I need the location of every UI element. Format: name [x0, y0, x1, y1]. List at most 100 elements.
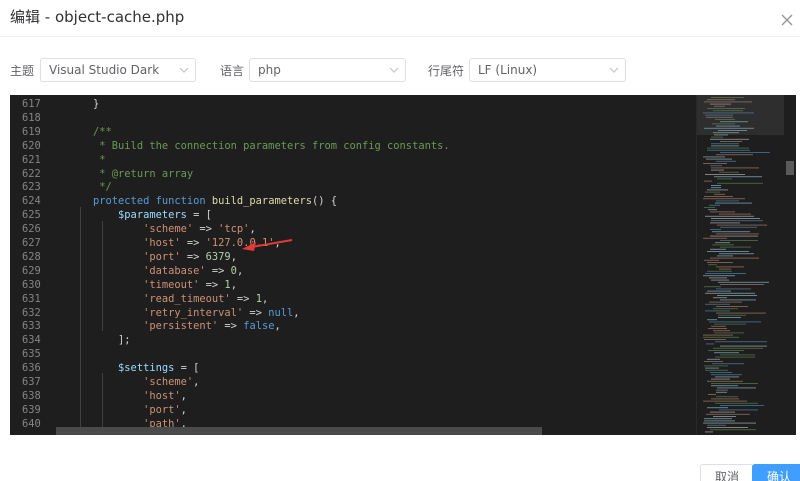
minimap-line	[716, 200, 739, 202]
minimap-line	[707, 149, 750, 151]
horizontal-scrollbar[interactable]	[56, 427, 542, 435]
code-token: null	[268, 306, 294, 319]
minimap-line	[704, 207, 715, 208]
minimap-line	[716, 266, 744, 268]
code-line[interactable]: 'scheme' => 'tcp',	[68, 223, 256, 237]
code-editor[interactable]: 617 618 619 620 621 622 623 624 625 626 627 628 629 6…	[10, 95, 796, 435]
minimap-line	[711, 398, 739, 400]
minimap-line	[720, 345, 767, 347]
code-token: build_parameters	[211, 195, 312, 208]
minimap-line	[704, 196, 733, 197]
minimap-line	[716, 306, 748, 307]
eol-select[interactable]: LF (Linux)	[469, 58, 626, 82]
minimap-line	[712, 244, 734, 246]
code-token: ,	[236, 264, 244, 277]
code-line[interactable]: 'timeout' => 1,	[68, 279, 237, 293]
code-line[interactable]: 'database' => 0,	[68, 265, 243, 279]
minimap-line	[707, 427, 748, 428]
code-line[interactable]: 'port' => 6379,	[68, 251, 237, 265]
chevron-down-icon	[179, 67, 189, 73]
code-line[interactable]: *	[68, 153, 106, 168]
eol-select-value: LF (Linux)	[478, 63, 538, 77]
minimap-line	[710, 165, 722, 167]
code-token: ];	[68, 334, 131, 347]
line-number: 620	[22, 139, 41, 152]
minimap-line	[711, 169, 724, 171]
minimap-line	[716, 391, 727, 393]
minimap-slider[interactable]	[697, 95, 785, 135]
minimap-line	[718, 281, 769, 283]
cancel-button[interactable]: 取消	[700, 464, 755, 481]
code-token: 'scheme'	[143, 223, 194, 236]
code-line[interactable]: 'host' => '127.0.0.1',	[68, 237, 281, 251]
minimap-line	[704, 259, 719, 261]
minimap-line	[705, 367, 719, 369]
code-line[interactable]: 'port',	[68, 404, 187, 418]
code-line[interactable]: $parameters = [	[68, 209, 212, 223]
vertical-scrollbar[interactable]	[784, 95, 796, 435]
code-line[interactable]: 'host',	[68, 390, 187, 404]
code-line[interactable]: 'read_timeout' => 1,	[68, 293, 268, 307]
minimap-line	[706, 158, 732, 160]
minimap-line	[720, 354, 755, 356]
code-line[interactable]: 'scheme',	[68, 376, 199, 390]
minimap-line	[716, 312, 766, 314]
minimap-line	[703, 163, 727, 164]
code-token: protected function	[68, 195, 212, 208]
code-token: ,	[261, 292, 269, 305]
minimap-line	[705, 292, 755, 294]
language-select[interactable]: php	[249, 58, 406, 82]
code-line[interactable]: 'persistent' => false,	[68, 320, 281, 334]
vertical-scrollbar-thumb[interactable]	[786, 161, 794, 175]
minimap-line	[710, 248, 726, 250]
minimap-line	[709, 204, 720, 206]
minimap-line	[720, 240, 758, 241]
code-token: ,	[249, 223, 256, 236]
line-number: 622	[22, 167, 41, 180]
line-number: 639	[22, 403, 41, 416]
minimap-line	[707, 189, 728, 191]
minimap-line	[712, 231, 750, 233]
close-icon[interactable]	[780, 12, 794, 26]
language-label: 语言	[220, 64, 245, 78]
code-token: () {	[311, 195, 338, 208]
code-token: *	[68, 153, 106, 166]
code-line[interactable]: 'retry_interval' => null,	[68, 306, 299, 321]
code-token: ,	[230, 278, 237, 291]
minimap-line	[718, 317, 741, 318]
code-line[interactable]: }	[68, 98, 99, 112]
minimap-line	[710, 411, 735, 413]
theme-select[interactable]: Visual Studio Dark	[40, 58, 196, 82]
minimap-line	[715, 376, 739, 378]
code-area[interactable]: } /** * Build the connection parameters …	[56, 95, 696, 435]
minimap-line	[708, 209, 717, 211]
code-line[interactable]: * Build the connection parameters from c…	[68, 140, 449, 154]
code-line[interactable]: * @return array	[68, 168, 193, 182]
code-line[interactable]: */	[68, 181, 112, 195]
code-line[interactable]: protected function build_parameters() {	[68, 195, 337, 209]
minimap-line	[710, 222, 740, 224]
minimap-line	[710, 211, 735, 213]
code-line[interactable]: /**	[68, 126, 112, 140]
code-line[interactable]: ];	[68, 334, 131, 348]
code-line[interactable]: $settings = [	[68, 362, 199, 376]
minimap-line	[719, 171, 739, 173]
code-token: 'port'	[143, 250, 181, 263]
minimap-line	[715, 402, 758, 404]
minimap-line	[706, 343, 714, 345]
code-token: 'host'	[143, 389, 181, 402]
code-token: 'database'	[143, 264, 206, 277]
confirm-button[interactable]: 确认	[752, 464, 800, 481]
code-token: 'timeout'	[143, 278, 200, 291]
minimap-line	[711, 136, 723, 138]
minimap-line	[711, 167, 759, 169]
code-token: =>	[180, 237, 206, 249]
minimap[interactable]	[696, 95, 785, 435]
minimap-line	[713, 308, 738, 310]
minimap-line	[717, 255, 733, 257]
line-number: 627	[22, 237, 41, 249]
line-number: 629	[22, 264, 41, 277]
line-number: 617	[22, 98, 41, 110]
